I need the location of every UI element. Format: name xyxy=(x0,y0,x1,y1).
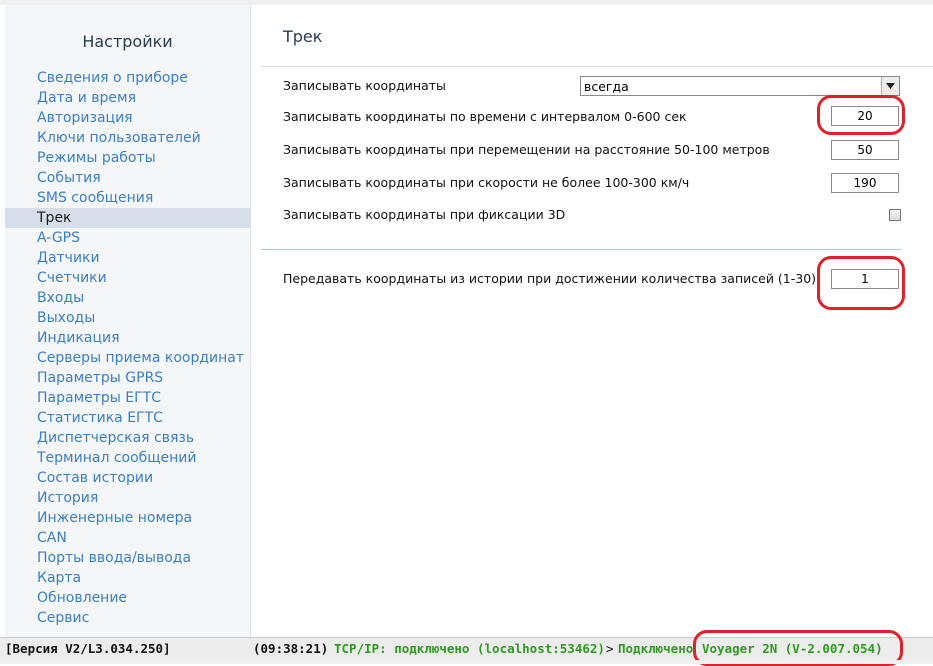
sidebar-title: Настройки xyxy=(82,32,173,51)
title-divider xyxy=(261,66,933,67)
device-connection-status: Подключено xyxy=(618,641,694,656)
settings-nav-list: Сведения о приборе Дата и время Авториза… xyxy=(5,68,250,628)
speed-label: Записывать координаты при скорости не бо… xyxy=(283,175,690,190)
firmware-version: [Версия V2/L3.034.250] xyxy=(5,641,171,656)
sidebar-item-message-terminal[interactable]: Терминал сообщений xyxy=(5,448,250,468)
history-send-label: Передавать координаты из истории при дос… xyxy=(283,271,817,286)
sidebar-item-outputs[interactable]: Выходы xyxy=(5,308,250,328)
interval-label: Записывать координаты по времени с интер… xyxy=(283,109,687,124)
distance-input[interactable] xyxy=(831,140,899,160)
speed-input[interactable] xyxy=(831,173,899,193)
sidebar-item-events[interactable]: События xyxy=(5,168,250,188)
sidebar-item-can[interactable]: CAN xyxy=(5,528,250,548)
sidebar-item-gprs-params[interactable]: Параметры GPRS xyxy=(5,368,250,388)
distance-label: Записывать координаты при перемещении на… xyxy=(283,142,770,157)
sidebar-item-sensors[interactable]: Датчики xyxy=(5,248,250,268)
section-divider xyxy=(261,249,901,250)
sidebar-item-inputs[interactable]: Входы xyxy=(5,288,250,308)
status-separator: > xyxy=(606,641,614,656)
sidebar-item-device-info[interactable]: Сведения о приборе xyxy=(5,68,250,88)
fix3d-checkbox[interactable] xyxy=(889,209,901,221)
record-mode-value: всегда xyxy=(584,79,629,94)
sidebar-item-service[interactable]: Сервис xyxy=(5,608,250,628)
sidebar-item-io-ports[interactable]: Порты ввода/вывода xyxy=(5,548,250,568)
history-send-input[interactable] xyxy=(831,269,899,289)
interval-input[interactable] xyxy=(831,106,899,126)
sidebar-item-authorization[interactable]: Авторизация xyxy=(5,108,250,128)
page-title: Трек xyxy=(283,27,323,46)
fix3d-label: Записывать координаты при фиксации 3D xyxy=(283,207,566,222)
sidebar-item-coordinate-servers[interactable]: Серверы приема координат xyxy=(5,348,250,368)
sidebar-item-operation-modes[interactable]: Режимы работы xyxy=(5,148,250,168)
sidebar-item-map[interactable]: Карта xyxy=(5,568,250,588)
sidebar-item-counters[interactable]: Счетчики xyxy=(5,268,250,288)
sidebar-item-sms-messages[interactable]: SMS сообщения xyxy=(5,188,250,208)
tcp-connection-status: TCP/IP: подключено (localhost:53462) xyxy=(334,641,605,656)
chevron-down-icon[interactable] xyxy=(881,77,899,95)
sidebar-item-dispatch[interactable]: Диспетчерская связь xyxy=(5,428,250,448)
track-settings-panel: Трек Записывать координаты всегда Записы… xyxy=(251,5,933,637)
sidebar-item-a-gps[interactable]: A-GPS xyxy=(5,228,250,248)
sidebar-item-update[interactable]: Обновление xyxy=(5,588,250,608)
sidebar-item-egts-params[interactable]: Параметры ЕГТС xyxy=(5,388,250,408)
sidebar-item-egts-stats[interactable]: Статистика ЕГТС xyxy=(5,408,250,428)
window-bottom-edge xyxy=(0,660,933,664)
status-time: (09:38:21) xyxy=(253,641,329,656)
settings-sidebar: Настройки Сведения о приборе Дата и врем… xyxy=(5,5,251,637)
sidebar-item-engineering-numbers[interactable]: Инженерные номера xyxy=(5,508,250,528)
status-bar: [Версия V2/L3.034.250] (09:38:21) TCP/IP… xyxy=(0,637,933,660)
sidebar-item-history-composition[interactable]: Состав истории xyxy=(5,468,250,488)
record-mode-label: Записывать координаты xyxy=(283,78,446,93)
sidebar-item-track[interactable]: Трек xyxy=(5,208,250,228)
sidebar-item-date-time[interactable]: Дата и время xyxy=(5,88,250,108)
sidebar-item-indication[interactable]: Индикация xyxy=(5,328,250,348)
device-model: Voyager 2N (V-2.007.054) xyxy=(702,641,883,656)
record-mode-select[interactable]: всегда xyxy=(580,76,900,96)
sidebar-item-history[interactable]: История xyxy=(5,488,250,508)
sidebar-item-user-keys[interactable]: Ключи пользователей xyxy=(5,128,250,148)
